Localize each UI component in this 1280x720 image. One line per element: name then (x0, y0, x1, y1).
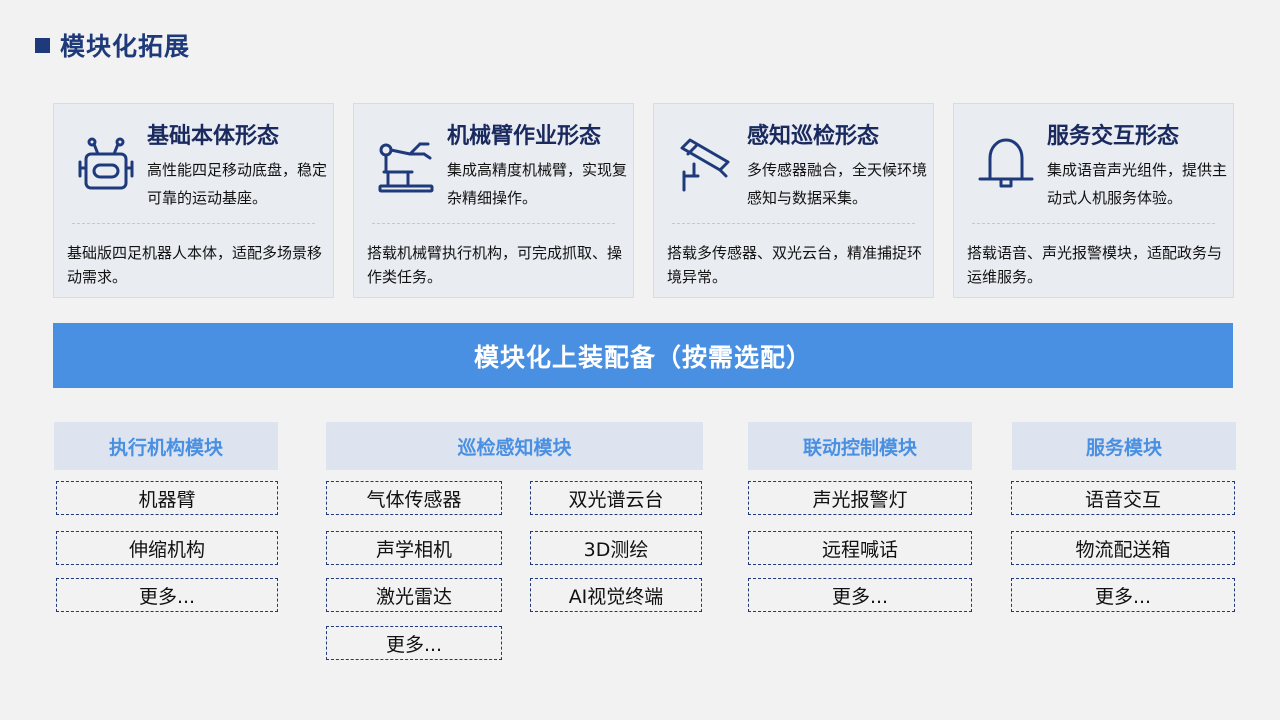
card-divider (372, 223, 615, 224)
module-item[interactable]: 3D测绘 (530, 531, 702, 565)
card-inspection-form: 感知巡检形态 多传感器融合，全天候环境感知与数据采集。 搭载多传感器、双光云台，… (653, 103, 934, 298)
module-item-more[interactable]: 更多... (748, 578, 972, 612)
category-serv-header: 服务模块 (1012, 422, 1236, 470)
card-footnote: 基础版四足机器人本体，适配多场景移动需求。 (67, 244, 323, 286)
card-title: 感知巡检形态 (747, 124, 880, 149)
page-header: 模块化拓展 (35, 28, 190, 62)
card-divider (672, 223, 915, 224)
card-divider (72, 223, 315, 224)
bell-icon (974, 132, 1038, 196)
card-title: 基础本体形态 (147, 124, 280, 149)
card-footnote: 搭载机械臂执行机构，可完成抓取、操作类任务。 (367, 244, 623, 286)
card-description: 集成高精度机械臂，实现复杂精细操作。 (447, 161, 628, 207)
module-item[interactable]: 双光谱云台 (530, 481, 702, 515)
category-link-header: 联动控制模块 (748, 422, 972, 470)
module-item[interactable]: AI视觉终端 (530, 578, 702, 612)
module-item[interactable]: 物流配送箱 (1011, 531, 1235, 565)
page-title: 模块化拓展 (60, 32, 191, 61)
title-marker (35, 37, 50, 53)
card-footnote: 搭载多传感器、双光云台，精准捕捉环境异常。 (667, 244, 923, 286)
module-item[interactable]: 机器臂 (56, 481, 278, 515)
robot-head-icon (74, 132, 138, 196)
module-item[interactable]: 语音交互 (1011, 481, 1235, 515)
module-item[interactable]: 伸缩机构 (56, 531, 278, 565)
card-arm-form: 机械臂作业形态 集成高精度机械臂，实现复杂精细操作。 搭载机械臂执行机构，可完成… (353, 103, 634, 298)
module-item[interactable]: 声学相机 (326, 531, 502, 565)
robotic-arm-icon (374, 132, 438, 196)
category-exec-header: 执行机构模块 (54, 422, 278, 470)
modules-banner: 模块化上装配备（按需选配） (53, 323, 1233, 388)
card-divider (972, 223, 1215, 224)
module-item[interactable]: 气体传感器 (326, 481, 502, 515)
card-description: 高性能四足移动底盘，稳定可靠的运动基座。 (147, 161, 328, 207)
card-basic-form: 基础本体形态 高性能四足移动底盘，稳定可靠的运动基座。 基础版四足机器人本体，适… (53, 103, 334, 298)
module-item[interactable]: 声光报警灯 (748, 481, 972, 515)
card-service-form: 服务交互形态 集成语音声光组件，提供主动式人机服务体验。 搭载语音、声光报警模块… (953, 103, 1234, 298)
surveillance-camera-icon (674, 132, 738, 196)
card-title: 机械臂作业形态 (447, 124, 602, 149)
card-title: 服务交互形态 (1047, 124, 1180, 149)
card-footnote: 搭载语音、声光报警模块，适配政务与运维服务。 (967, 244, 1223, 286)
module-item-more[interactable]: 更多... (56, 578, 278, 612)
category-sense-header: 巡检感知模块 (326, 422, 703, 470)
module-item-more[interactable]: 更多... (326, 626, 502, 660)
module-item-more[interactable]: 更多... (1011, 578, 1235, 612)
module-item[interactable]: 激光雷达 (326, 578, 502, 612)
card-description: 集成语音声光组件，提供主动式人机服务体验。 (1047, 161, 1228, 207)
module-item[interactable]: 远程喊话 (748, 531, 972, 565)
card-description: 多传感器融合，全天候环境感知与数据采集。 (747, 161, 928, 207)
banner-text: 模块化上装配备（按需选配） (473, 342, 812, 372)
